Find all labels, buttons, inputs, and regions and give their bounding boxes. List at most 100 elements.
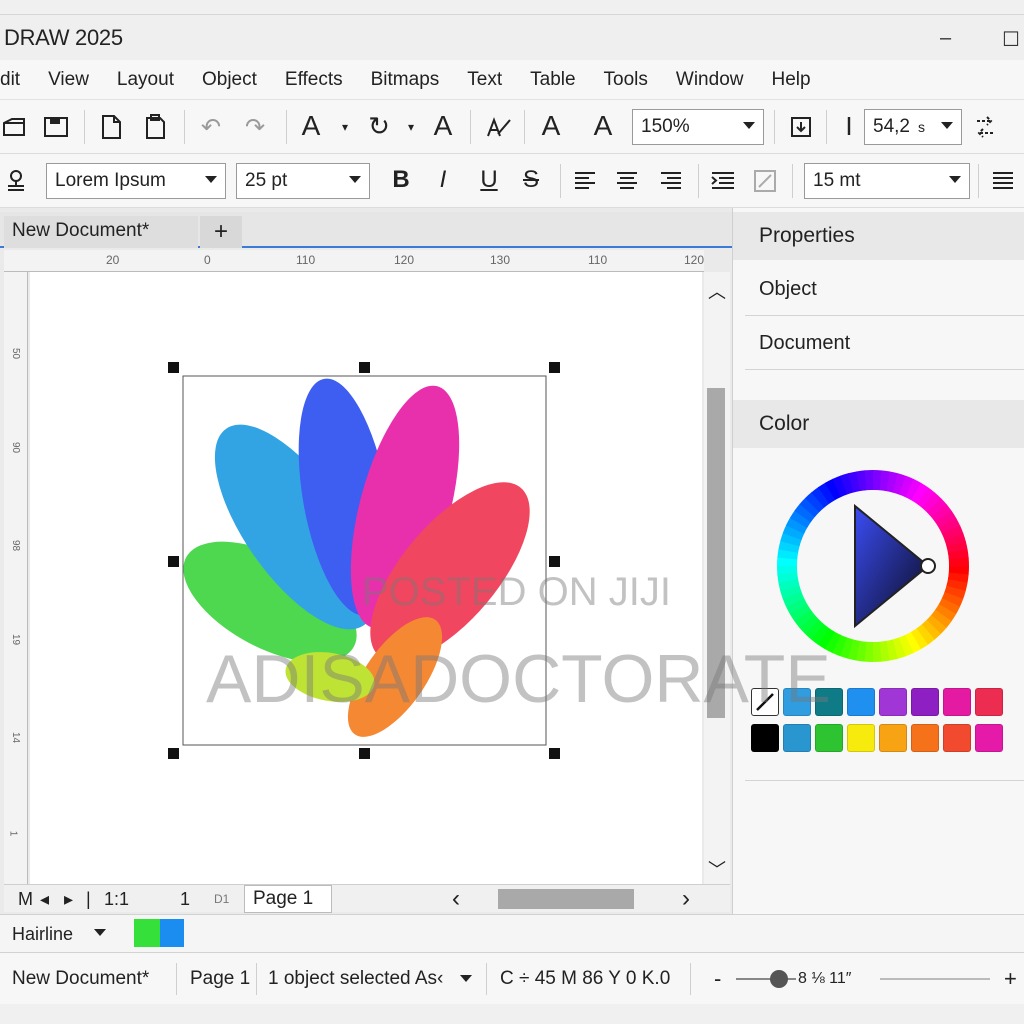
outline-dropdown-icon[interactable] [94, 929, 106, 936]
font-style-icon[interactable]: A [536, 110, 566, 142]
scroll-right-icon[interactable]: › [682, 885, 690, 913]
window-title: DRAW 2025 [4, 24, 123, 50]
rotate-dropdown-icon[interactable]: ▾ [402, 112, 420, 142]
align-center-icon[interactable] [612, 166, 642, 196]
paragraph-icon[interactable] [708, 166, 738, 196]
prev-page-icon[interactable]: ◂ [40, 885, 49, 913]
next-page-icon[interactable]: ▸ [64, 885, 73, 913]
palette-swatch[interactable] [847, 724, 875, 752]
menu-effects[interactable]: Effects [285, 69, 343, 91]
vertical-scroll-thumb[interactable] [707, 388, 725, 718]
save-icon[interactable] [40, 112, 72, 142]
artwork[interactable] [30, 272, 702, 884]
palette-swatch[interactable] [783, 688, 811, 716]
italic-icon[interactable]: I [428, 164, 458, 196]
undo-icon[interactable]: ↶ [196, 112, 226, 142]
zoom-ratio[interactable]: 1:1 [104, 885, 129, 913]
ruler-label: 19 [10, 633, 22, 646]
palette-swatch[interactable] [815, 724, 843, 752]
menu-object[interactable]: Object [202, 69, 257, 91]
menu-table[interactable]: Table [530, 69, 575, 91]
color-wheel[interactable] [773, 466, 973, 666]
scroll-left-icon[interactable]: ‹ [452, 885, 460, 913]
horizontal-scroll-thumb[interactable] [498, 889, 634, 909]
selection-dropdown-icon[interactable] [460, 975, 472, 982]
underline-icon[interactable]: U [474, 164, 504, 196]
spacing-dropdown[interactable]: 15 mt [804, 163, 970, 199]
align-right-icon[interactable] [656, 166, 686, 196]
page-number[interactable]: 1 [180, 885, 190, 913]
open-icon[interactable] [0, 112, 30, 142]
import-icon[interactable] [786, 112, 816, 142]
panel-item-object[interactable]: Object [745, 264, 1024, 316]
menu-edit[interactable]: dit [0, 69, 20, 91]
menu-tools[interactable]: Tools [604, 69, 648, 91]
status-page[interactable]: Page 1 [190, 953, 250, 1005]
new-document-icon[interactable] [96, 112, 126, 142]
stroke-color-swatch[interactable] [160, 919, 184, 947]
page-tab[interactable]: Page 1 [244, 885, 332, 913]
color-header[interactable]: Color [733, 400, 1024, 448]
redo-icon[interactable]: ↷ [240, 112, 270, 142]
justify-icon[interactable] [988, 166, 1018, 196]
zoom-dropdown[interactable]: 150% [632, 109, 764, 145]
font-size-dropdown[interactable]: 25 pt [236, 163, 370, 199]
strikethrough-icon[interactable]: S [516, 164, 546, 196]
last-page-button[interactable]: | [86, 885, 91, 913]
menu-layout[interactable]: Layout [117, 69, 174, 91]
tab-new-document[interactable]: New Document* [4, 216, 198, 248]
menu-view[interactable]: View [48, 69, 89, 91]
add-tab-button[interactable]: + [200, 216, 242, 248]
spacing-value: 15 mt [813, 170, 861, 191]
palette-swatch[interactable] [751, 724, 779, 752]
zoom-in-button[interactable]: + [1004, 953, 1017, 1005]
frame-icon[interactable] [750, 166, 780, 196]
transform-icon[interactable] [970, 112, 1000, 142]
drawing-canvas[interactable] [30, 272, 702, 884]
palette-swatch[interactable] [975, 724, 1003, 752]
stamp-icon[interactable] [2, 166, 30, 196]
artistic-text-icon[interactable]: A [428, 110, 458, 142]
palette-swatch[interactable] [911, 688, 939, 716]
palette-swatch[interactable] [879, 688, 907, 716]
maximize-button[interactable]: ☐ [1002, 27, 1020, 52]
zoom-out-button[interactable]: - [714, 953, 721, 1005]
font-color-icon[interactable]: A [588, 110, 618, 142]
spell-check-icon[interactable] [484, 112, 514, 142]
palette-swatch[interactable] [975, 688, 1003, 716]
minimize-button[interactable]: – [940, 27, 951, 50]
text-cursor-icon[interactable]: I [836, 110, 862, 142]
vertical-scrollbar[interactable]: ︿ ﹀ [704, 272, 730, 884]
palette-swatch[interactable] [847, 688, 875, 716]
first-page-button[interactable]: M [18, 885, 33, 913]
align-left-icon[interactable] [570, 166, 600, 196]
palette-swatch[interactable] [911, 724, 939, 752]
palette-swatch[interactable] [943, 724, 971, 752]
outline-width[interactable]: Hairline [12, 924, 73, 945]
palette-swatch[interactable] [879, 724, 907, 752]
properties-header[interactable]: Properties [733, 212, 1024, 260]
scroll-down-icon[interactable]: ﹀ [704, 856, 730, 882]
scroll-up-icon[interactable]: ︿ [704, 278, 730, 304]
rotate-icon[interactable]: ↻ [364, 110, 394, 142]
palette-swatch[interactable] [783, 724, 811, 752]
font-family-dropdown[interactable]: Lorem Ipsum [46, 163, 226, 199]
palette-swatch[interactable] [943, 688, 971, 716]
bold-icon[interactable]: B [386, 164, 416, 196]
status-bar: New Document* Page 1 1 object selected A… [0, 952, 1024, 1004]
text-tool-icon[interactable]: A [296, 110, 326, 142]
paste-icon[interactable] [140, 112, 170, 142]
menu-text[interactable]: Text [467, 69, 502, 91]
menu-help[interactable]: Help [771, 69, 810, 91]
panel-item-document[interactable]: Document [745, 318, 1024, 370]
fill-color-swatch[interactable] [134, 919, 160, 947]
ruler-label: 110 [296, 253, 316, 267]
palette-swatch[interactable] [815, 688, 843, 716]
ruler-label: 50 [10, 347, 22, 360]
zoom-slider-handle[interactable] [770, 970, 788, 988]
menu-bitmaps[interactable]: Bitmaps [371, 69, 440, 91]
menu-window[interactable]: Window [676, 69, 744, 91]
size-dropdown[interactable]: 54,2 s [864, 109, 962, 145]
no-color-swatch[interactable] [751, 688, 779, 716]
text-tool-dropdown-icon[interactable]: ▾ [336, 112, 354, 142]
